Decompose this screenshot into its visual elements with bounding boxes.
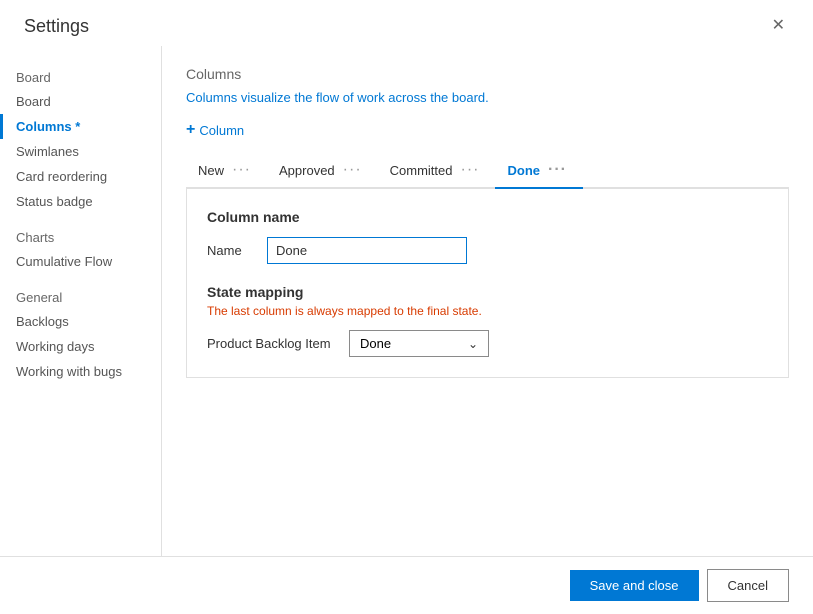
column-name-title: Column name (207, 209, 768, 225)
tab-committed[interactable]: Committed ··· (378, 155, 496, 189)
product-backlog-label: Product Backlog Item (207, 336, 337, 351)
state-mapping-section: State mapping The last column is always … (207, 284, 768, 357)
tab-done[interactable]: Done ··· (495, 155, 582, 189)
product-backlog-select[interactable]: Done ⌄ (349, 330, 489, 357)
section-title: Columns (186, 66, 789, 82)
state-mapping-desc: The last column is always mapped to the … (207, 304, 768, 318)
tab-new-dots[interactable]: ··· (224, 161, 251, 179)
sidebar-item-working-with-bugs[interactable]: Working with bugs (0, 359, 161, 384)
sidebar-item-backlogs[interactable]: Backlogs (0, 309, 161, 334)
sidebar-item-swimlanes[interactable]: Swimlanes (0, 139, 161, 164)
name-input[interactable] (267, 237, 467, 264)
product-backlog-value: Done (360, 336, 391, 351)
sidebar-item-board[interactable]: Board (0, 89, 161, 114)
sidebar-item-card-reordering[interactable]: Card reordering (0, 164, 161, 189)
sidebar-group-general: General (0, 282, 161, 309)
sidebar-item-status-badge[interactable]: Status badge (0, 189, 161, 214)
sidebar-item-columns[interactable]: Columns * (0, 114, 161, 139)
tab-approved-dots[interactable]: ··· (335, 161, 362, 179)
dialog-body: Board Board Columns * Swimlanes Card reo… (0, 46, 813, 556)
mapping-row: Product Backlog Item Done ⌄ (207, 330, 768, 357)
tab-done-label: Done (507, 163, 540, 178)
tab-committed-label: Committed (390, 163, 453, 178)
name-field-row: Name (207, 237, 768, 264)
tab-approved-label: Approved (279, 163, 335, 178)
state-mapping-title: State mapping (207, 284, 768, 300)
info-text: Columns visualize the flow of work acros… (186, 90, 789, 105)
plus-icon: + (186, 121, 195, 139)
name-label: Name (207, 243, 267, 258)
dialog-title: Settings (24, 16, 89, 37)
dialog-footer: Save and close Cancel (0, 556, 813, 614)
tab-panel: Column name Name State mapping The last … (186, 189, 789, 378)
sidebar-group-charts: Charts (0, 222, 161, 249)
add-column-label: Column (199, 123, 244, 138)
add-column-button[interactable]: + Column (186, 121, 244, 139)
sidebar-item-cumulative-flow[interactable]: Cumulative Flow (0, 249, 161, 274)
tab-committed-dots[interactable]: ··· (453, 161, 480, 179)
tab-done-dots[interactable]: ··· (540, 161, 567, 179)
columns-tabs: New ··· Approved ··· Committed ··· (186, 155, 789, 189)
main-content: Columns Columns visualize the flow of wo… (162, 46, 813, 556)
save-and-close-button[interactable]: Save and close (570, 570, 699, 601)
tab-new-label: New (198, 163, 224, 178)
cancel-button[interactable]: Cancel (707, 569, 789, 602)
chevron-down-icon: ⌄ (468, 337, 478, 351)
tab-new[interactable]: New ··· (186, 155, 267, 189)
sidebar-item-working-days[interactable]: Working days (0, 334, 161, 359)
sidebar-group-board: Board (0, 62, 161, 89)
tab-approved[interactable]: Approved ··· (267, 155, 378, 189)
close-button[interactable]: ✕ (764, 14, 793, 38)
dialog-header: Settings ✕ (0, 0, 813, 46)
sidebar: Board Board Columns * Swimlanes Card reo… (0, 46, 162, 556)
settings-dialog: Settings ✕ Board Board Columns * Swimlan… (0, 0, 813, 614)
